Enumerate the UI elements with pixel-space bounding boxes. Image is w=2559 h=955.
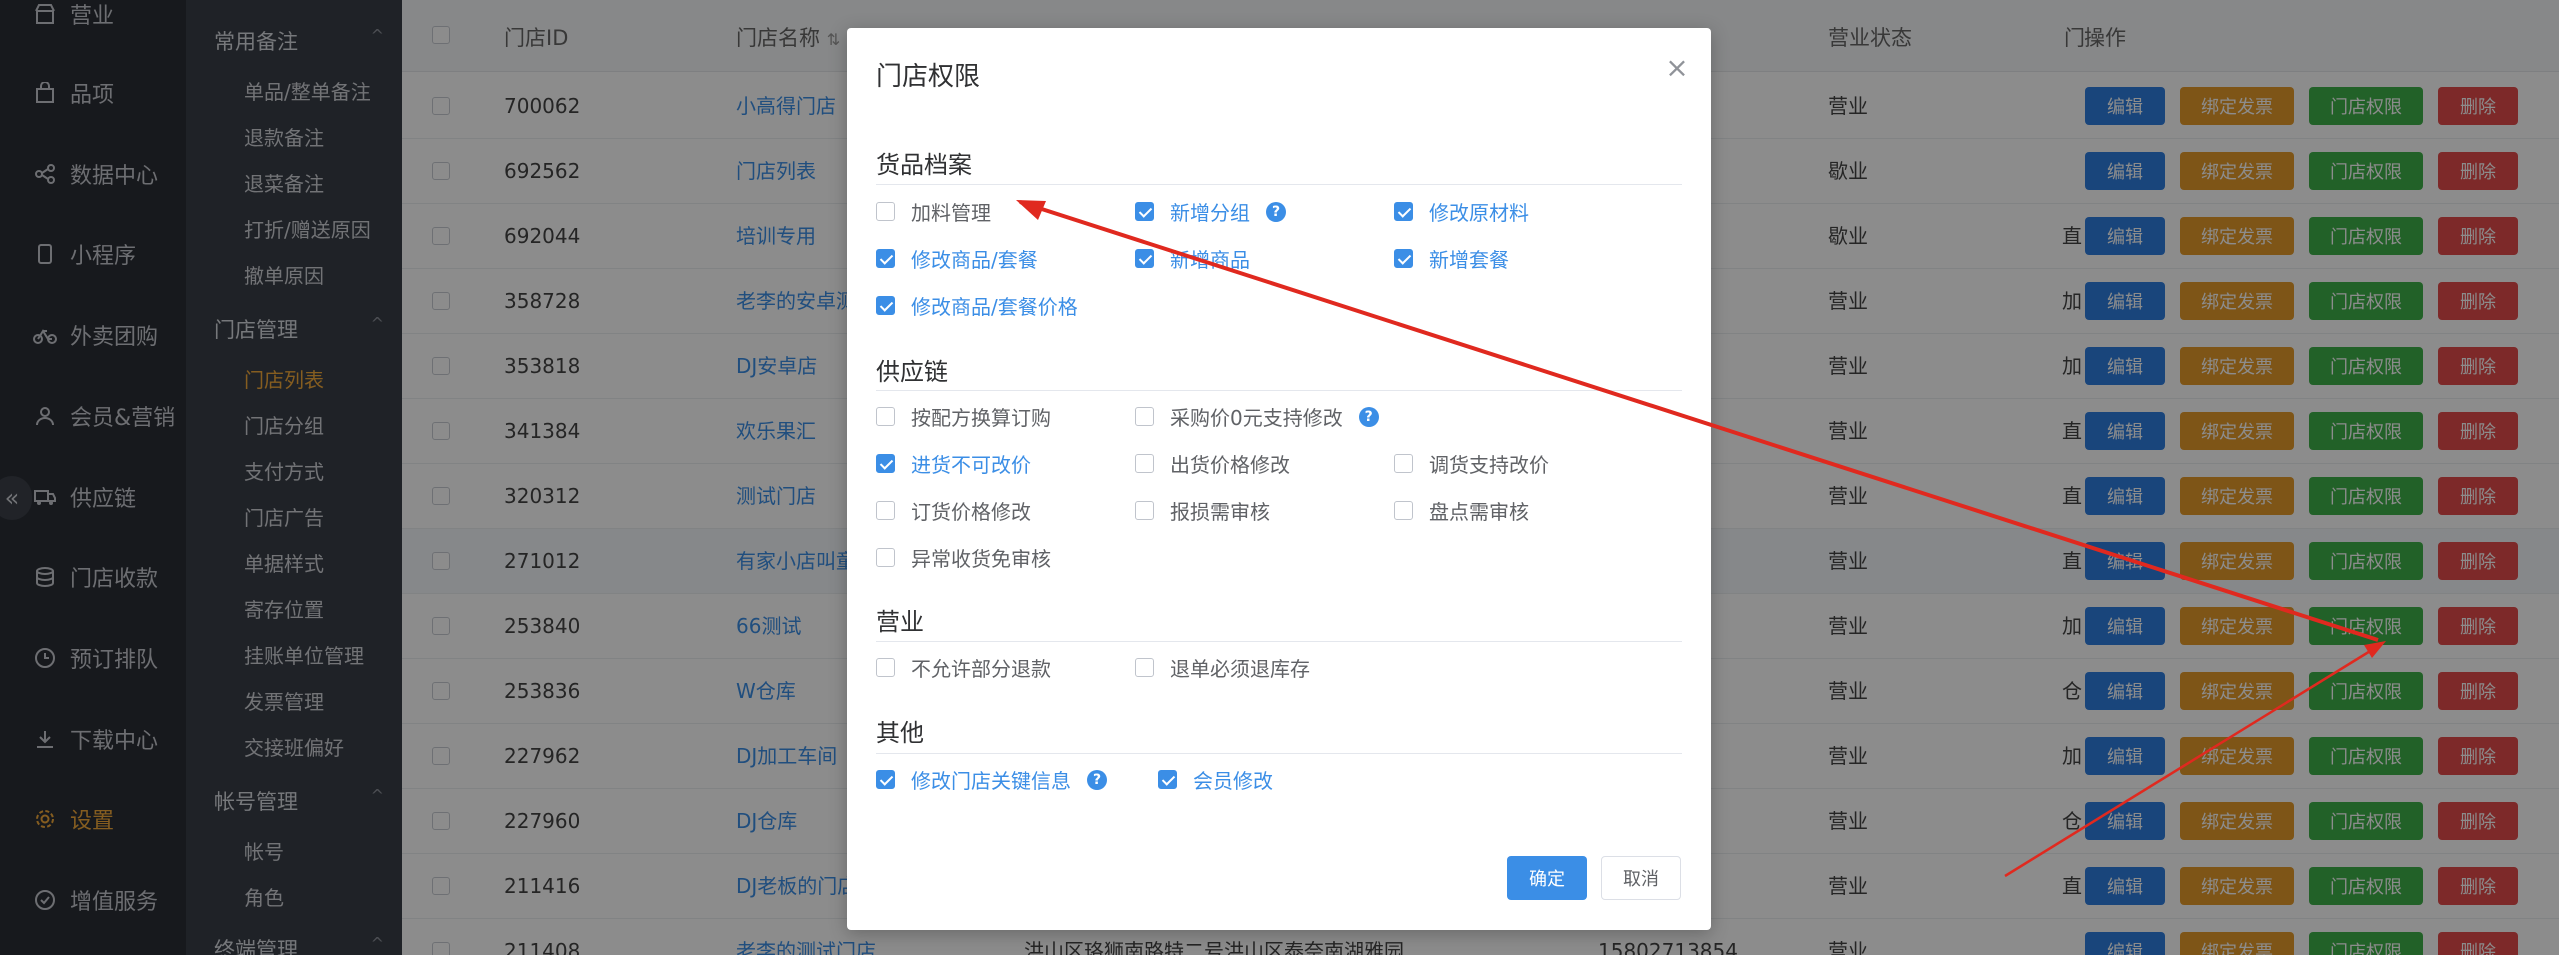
checkbox-label: 调货支持改价 bbox=[1429, 453, 1549, 477]
checkbox-label: 新增商品 bbox=[1170, 248, 1250, 272]
permission-checkbox[interactable]: 异常收货免审核 bbox=[876, 543, 1051, 572]
permission-checkbox[interactable]: 新增套餐 bbox=[1394, 244, 1509, 273]
checkbox-box[interactable] bbox=[876, 202, 895, 221]
divider bbox=[876, 184, 1682, 185]
checkbox-label: 新增套餐 bbox=[1429, 248, 1509, 272]
close-icon[interactable]: × bbox=[1665, 54, 1689, 82]
checkbox-label: 会员修改 bbox=[1193, 769, 1273, 793]
checkbox-box[interactable] bbox=[1158, 770, 1177, 789]
checkbox-label: 修改门店关键信息 bbox=[911, 769, 1071, 793]
divider bbox=[876, 390, 1682, 391]
checkbox-box[interactable] bbox=[1135, 501, 1154, 520]
checkbox-label: 退单必须退库存 bbox=[1170, 657, 1310, 681]
checkbox-label: 出货价格修改 bbox=[1170, 453, 1290, 477]
permission-checkbox[interactable]: 修改门店关键信息? bbox=[876, 765, 1107, 794]
checkbox-label: 新增分组 bbox=[1170, 201, 1250, 225]
app-root: 营业 品项 数据中心 小程序 外卖团购 会员&营销 供应链 门店收款 预订排队 … bbox=[0, 0, 2559, 955]
checkbox-label: 修改商品/套餐 bbox=[911, 248, 1038, 272]
help-icon[interactable]: ? bbox=[1266, 201, 1286, 222]
checkbox-label: 订货价格修改 bbox=[911, 500, 1031, 524]
checkbox-box[interactable] bbox=[1135, 202, 1154, 221]
checkbox-label: 加料管理 bbox=[911, 201, 991, 225]
permission-checkbox[interactable]: 报损需审核 bbox=[1135, 496, 1270, 525]
checkbox-box[interactable] bbox=[1135, 658, 1154, 677]
help-icon[interactable]: ? bbox=[1087, 769, 1107, 790]
permission-checkbox[interactable]: 按配方换算订购 bbox=[876, 402, 1051, 431]
checkbox-box[interactable] bbox=[1135, 454, 1154, 473]
checkbox-box[interactable] bbox=[1394, 202, 1413, 221]
checkbox-label: 盘点需审核 bbox=[1429, 500, 1529, 524]
checkbox-box[interactable] bbox=[876, 658, 895, 677]
help-icon[interactable]: ? bbox=[1358, 406, 1379, 427]
checkbox-label: 修改商品/套餐价格 bbox=[911, 295, 1078, 319]
permission-checkbox[interactable]: 加料管理 bbox=[876, 197, 991, 226]
divider bbox=[876, 753, 1682, 754]
checkbox-label: 修改原材料 bbox=[1429, 201, 1529, 225]
confirm-button[interactable]: 确定 bbox=[1507, 856, 1587, 900]
permission-checkbox[interactable]: 盘点需审核 bbox=[1394, 496, 1529, 525]
store-permission-dialog: 门店权限 × 货品档案 供应链 营业 其他 加料管理 新增分组? 修改原材料修改商品… bbox=[847, 28, 1711, 930]
section-title-other: 其他 bbox=[876, 719, 924, 747]
checkbox-box[interactable] bbox=[1135, 407, 1154, 426]
checkbox-label: 按配方换算订购 bbox=[911, 406, 1051, 430]
cancel-button[interactable]: 取消 bbox=[1601, 856, 1681, 900]
checkbox-label: 异常收货免审核 bbox=[911, 547, 1051, 571]
checkbox-box[interactable] bbox=[876, 501, 895, 520]
divider bbox=[876, 641, 1682, 642]
permission-checkbox[interactable]: 调货支持改价 bbox=[1394, 449, 1549, 478]
permission-checkbox[interactable]: 修改商品/套餐 bbox=[876, 244, 1038, 273]
checkbox-box[interactable] bbox=[876, 249, 895, 268]
checkbox-label: 进货不可改价 bbox=[911, 453, 1031, 477]
permission-checkbox[interactable]: 出货价格修改 bbox=[1135, 449, 1290, 478]
permission-checkbox[interactable]: 订货价格修改 bbox=[876, 496, 1031, 525]
checkbox-box[interactable] bbox=[876, 770, 895, 789]
permission-checkbox[interactable]: 新增商品 bbox=[1135, 244, 1250, 273]
section-title-goods: 货品档案 bbox=[876, 151, 972, 179]
permission-checkbox[interactable]: 不允许部分退款 bbox=[876, 653, 1051, 682]
checkbox-label: 不允许部分退款 bbox=[911, 657, 1051, 681]
permission-checkbox[interactable]: 会员修改 bbox=[1158, 765, 1273, 794]
checkbox-label: 报损需审核 bbox=[1170, 500, 1270, 524]
checkbox-box[interactable] bbox=[1394, 249, 1413, 268]
checkbox-box[interactable] bbox=[876, 454, 895, 473]
section-title-supply: 供应链 bbox=[876, 358, 948, 386]
checkbox-box[interactable] bbox=[1394, 454, 1413, 473]
permission-checkbox[interactable]: 退单必须退库存 bbox=[1135, 653, 1310, 682]
permission-checkbox[interactable]: 进货不可改价 bbox=[876, 449, 1031, 478]
checkbox-box[interactable] bbox=[876, 548, 895, 567]
checkbox-box[interactable] bbox=[876, 296, 895, 315]
permission-checkbox[interactable]: 采购价0元支持修改? bbox=[1135, 402, 1379, 431]
permission-checkbox[interactable]: 新增分组? bbox=[1135, 197, 1286, 226]
checkbox-box[interactable] bbox=[1135, 249, 1154, 268]
section-title-business: 营业 bbox=[876, 608, 924, 636]
permission-checkbox[interactable]: 修改商品/套餐价格 bbox=[876, 291, 1078, 320]
checkbox-box[interactable] bbox=[876, 407, 895, 426]
checkbox-label: 采购价0元支持修改 bbox=[1170, 406, 1343, 430]
dialog-title: 门店权限 bbox=[876, 62, 981, 92]
checkbox-box[interactable] bbox=[1394, 501, 1413, 520]
permission-checkbox[interactable]: 修改原材料 bbox=[1394, 197, 1529, 226]
